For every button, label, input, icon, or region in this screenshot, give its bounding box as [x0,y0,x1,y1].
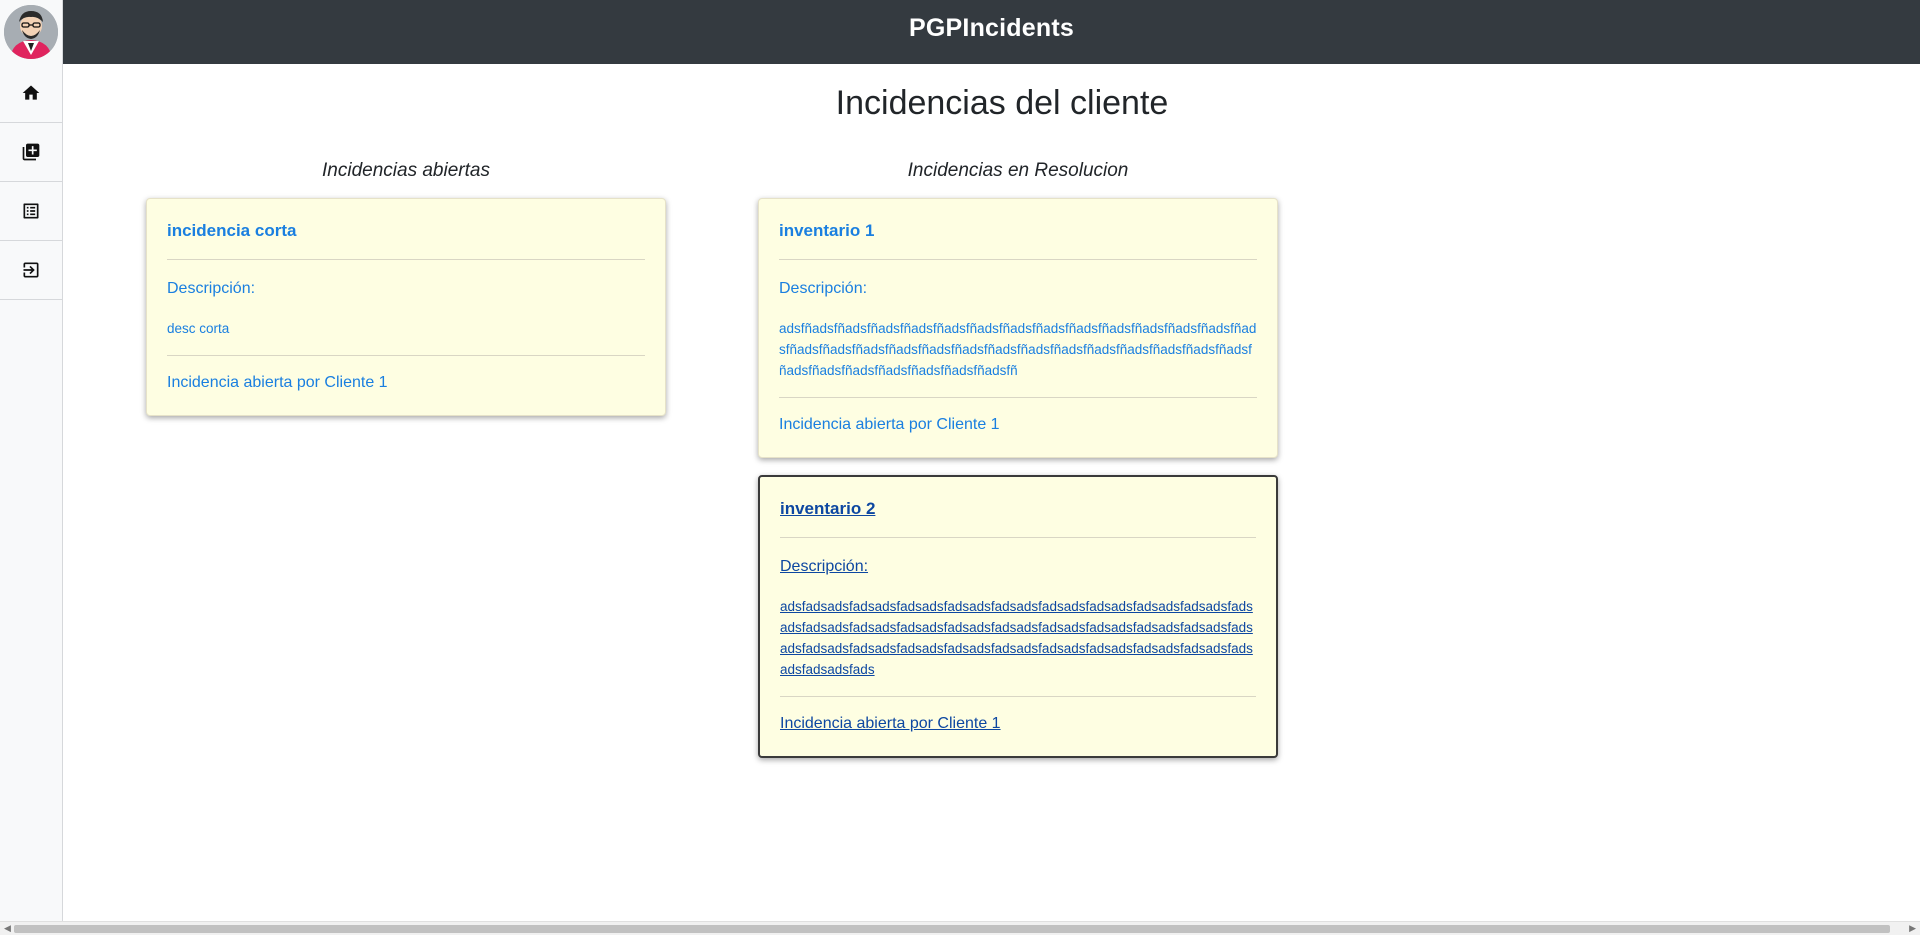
sidebar-item-new-incident[interactable] [0,123,62,182]
scrollbar-thumb[interactable] [14,925,1890,933]
incident-card[interactable]: inventario 1 Descripción: adsfñadsfñadsf… [758,198,1278,458]
incident-description: desc corta [167,308,645,356]
sidebar-item-home[interactable] [0,64,62,123]
page-title: Incidencias del cliente [835,84,1169,122]
list-icon [23,203,39,219]
resolving-incidents-heading: Incidencias en Resolucion [907,160,1129,181]
scroll-left-arrow-icon[interactable]: ◀ [4,923,11,934]
incident-card[interactable]: incidencia corta Descripción: desc corta… [146,198,666,416]
top-navbar: PGPIncidents [63,0,1920,64]
home-icon [22,85,40,100]
sidebar [0,0,63,921]
main-content: Incidencias del cliente Incidencias abie… [63,64,1920,921]
description-label: Descripción: [779,280,868,297]
scroll-right-arrow-icon[interactable]: ▶ [1909,923,1916,934]
open-incidents-column: Incidencias abiertas incidencia corta De… [146,160,666,433]
incident-description: adsfadsadsfadsadsfadsadsfadsadsfadsadsfa… [780,586,1256,697]
sidebar-item-incident-list[interactable] [0,182,62,241]
incident-description: adsfñadsfñadsfñadsfñadsfñadsfñadsfñadsfñ… [779,308,1257,398]
incident-opened-by: Incidencia abierta por Cliente 1 [167,374,388,391]
logout-icon [23,262,39,278]
incident-title: inventario 2 [780,477,1256,538]
incident-title: inventario 1 [779,199,1257,260]
description-label: Descripción: [167,280,256,297]
incident-card-hovered[interactable]: inventario 2 Descripción: adsfadsadsfads… [758,475,1278,758]
add-box-icon [22,143,40,161]
resolving-incidents-column: Incidencias en Resolucion inventario 1 D… [758,160,1278,775]
avatar-illustration-icon [4,5,58,59]
user-avatar[interactable] [4,5,58,59]
open-incidents-heading: Incidencias abiertas [322,160,490,181]
app-brand[interactable]: PGPIncidents [63,0,1920,56]
sidebar-item-logout[interactable] [0,241,62,300]
incident-opened-by: Incidencia abierta por Cliente 1 [780,715,1001,732]
incident-opened-by: Incidencia abierta por Cliente 1 [779,416,1000,433]
incident-title: incidencia corta [167,199,645,260]
description-label: Descripción: [780,558,869,575]
horizontal-scrollbar[interactable]: ◀ ▶ [0,921,1920,935]
